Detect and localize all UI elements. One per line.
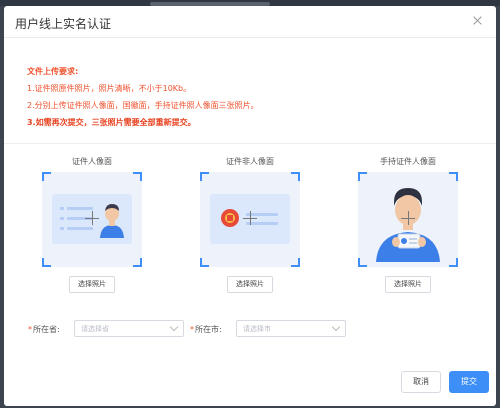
upload-card-emblem: 证件非人像面 选择照片 [200,156,300,293]
requirement-line-1: 1.证件照原件照片，照片清晰，不小于10Kb。 [27,84,192,93]
city-label: *所在市: [190,325,222,334]
province-label: *所在省: [28,325,60,334]
frame-corner [42,258,51,267]
crosshair-icon [92,211,93,225]
submit-button[interactable]: 提交 [449,371,489,393]
upload-frame-portrait[interactable] [42,172,142,267]
frame-corner [200,258,209,267]
frame-corner [200,172,209,181]
city-select[interactable]: 请选择市 [236,320,346,337]
frame-corner [291,258,300,267]
select-photo-button-portrait[interactable]: 选择照片 [69,276,115,293]
upload-card-holding: 手持证件人像面 选择照片 [358,156,458,293]
upload-card-label: 证件人像面 [72,157,112,166]
city-placeholder: 请选择市 [243,325,271,333]
upload-card-label: 证件非人像面 [226,157,274,166]
frame-corner [358,172,367,181]
requirement-line-3: 3.如需再次提交，三张照片需要全部重新提交。 [27,118,196,127]
chevron-down-icon [331,322,341,332]
upload-card-portrait: 证件人像面 选择照片 [42,156,142,293]
upload-frame-holding[interactable] [358,172,458,267]
cancel-button[interactable]: 取消 [401,371,441,393]
frame-corner [449,172,458,181]
frame-corner [358,258,367,267]
chevron-down-icon [169,322,179,332]
upload-requirements: 文件上传要求: 1.证件照原件照片，照片清晰，不小于10Kb。 2.分别上传证件… [27,64,259,130]
select-photo-button-holding[interactable]: 选择照片 [385,276,431,293]
frame-corner [291,172,300,181]
requirement-line-2: 2.分别上传证件照人像面，国徽面，手持证件照人像面三张照片。 [27,101,259,110]
province-select[interactable]: 请选择省 [74,320,184,337]
select-photo-button-emblem[interactable]: 选择照片 [227,276,273,293]
crosshair-icon [408,211,409,225]
frame-corner [133,258,142,267]
frame-corner [133,172,142,181]
dialog-title: 用户线上实名认证 [15,17,112,31]
upload-card-label: 手持证件人像面 [380,157,436,166]
verification-dialog: 用户线上实名认证 文件上传要求: 1.证件照原件照片，照片清晰，不小于10Kb。… [4,6,496,406]
crosshair-icon [250,211,251,225]
frame-corner [42,172,51,181]
section-divider [4,143,496,144]
close-icon[interactable] [470,13,486,29]
province-placeholder: 请选择省 [81,325,109,333]
dialog-header: 用户线上实名认证 [4,6,496,38]
upload-frame-emblem[interactable] [200,172,300,267]
requirements-title: 文件上传要求: [27,67,79,76]
frame-corner [449,258,458,267]
